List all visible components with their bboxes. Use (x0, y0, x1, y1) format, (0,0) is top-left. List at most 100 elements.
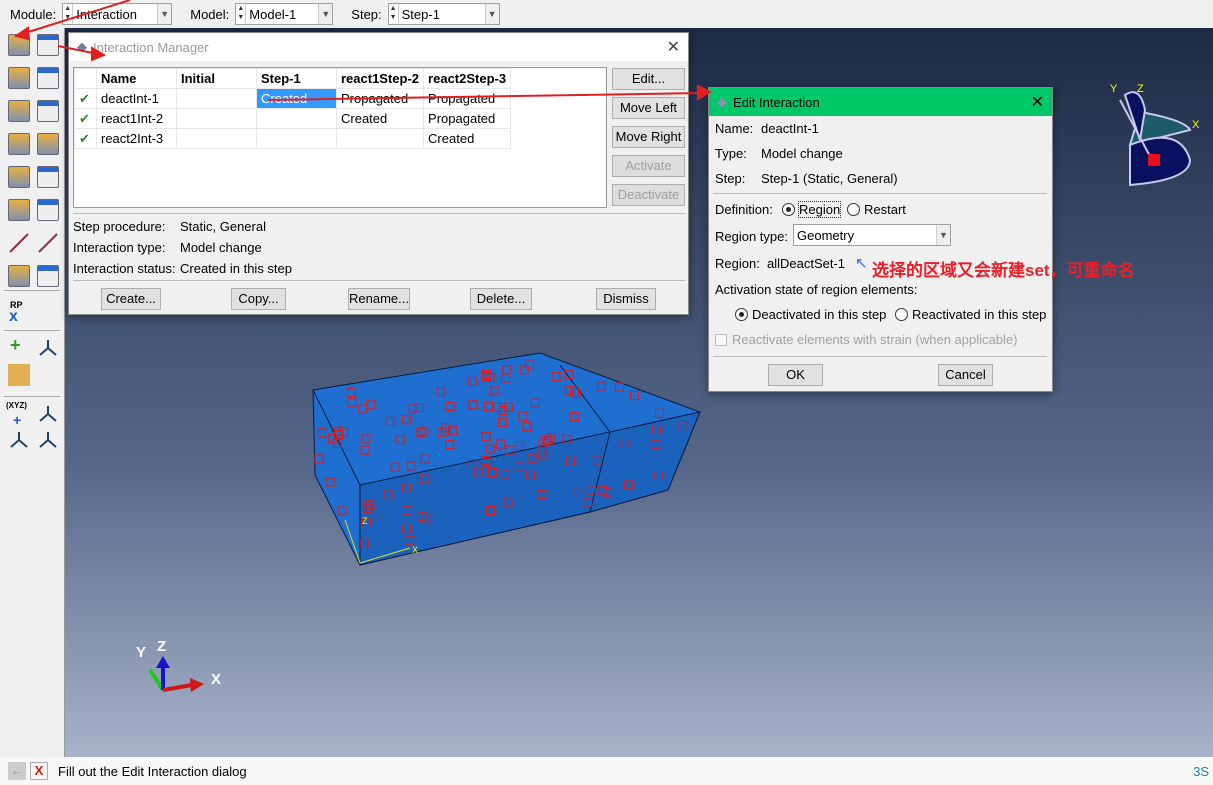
chevron-down-icon[interactable]: ▼ (157, 4, 172, 24)
property-manager-icon[interactable] (37, 67, 59, 89)
cell-name[interactable]: react1Int-2 (96, 108, 177, 129)
close-icon[interactable]: ✕ (1031, 92, 1044, 112)
create-assignment-icon[interactable] (8, 199, 30, 221)
rename-button[interactable]: Rename... (348, 288, 410, 310)
region-type-select[interactable]: Geometry ▼ (793, 224, 951, 246)
cell-step3[interactable]: Propagated (423, 108, 512, 129)
assignment-manager-icon[interactable] (37, 199, 59, 221)
cell-step3[interactable]: Propagated (423, 88, 512, 109)
manager-titlebar[interactable]: ◆ Interaction Manager ✕ (69, 33, 688, 61)
spin-icon[interactable]: ▲ ▼ (236, 4, 247, 24)
create-wire-multi-icon[interactable] (37, 232, 59, 254)
name-value: deactInt-1 (761, 121, 819, 136)
edit-button[interactable]: Edit... (612, 68, 685, 90)
chevron-down-icon[interactable]: ▼ (484, 4, 499, 24)
cell-initial[interactable] (176, 88, 257, 109)
col-initial[interactable]: Initial (176, 68, 257, 89)
edit-interaction-dialog: ◆ Edit Interaction ✕ Name: deactInt-1 Ty… (708, 87, 1053, 392)
constraint-manager-icon[interactable] (37, 100, 59, 122)
module-combo[interactable]: ▲ ▼ Interaction ▼ (62, 3, 173, 25)
triad-x-label: X (211, 671, 221, 688)
check-icon[interactable]: ✔ (74, 108, 97, 129)
datum-axes-icon[interactable] (37, 428, 59, 450)
chevron-down-icon[interactable]: ▼ (936, 225, 950, 245)
back-arrow-icon[interactable]: ← (8, 762, 26, 780)
check-icon[interactable]: ✔ (74, 88, 97, 109)
check-icon[interactable]: ✔ (74, 128, 97, 149)
spin-icon[interactable]: ▲ ▼ (389, 4, 399, 24)
select-cursor-icon[interactable]: ↖ (855, 254, 868, 272)
col-step1[interactable]: Step-1 (256, 68, 337, 89)
cube-y-label: Y (1110, 83, 1118, 95)
cell-initial[interactable] (176, 128, 257, 149)
datum-point-icon[interactable]: + (10, 335, 21, 356)
create-button[interactable]: Create... (101, 288, 161, 310)
move-left-button[interactable]: Move Left (612, 97, 685, 119)
cell-step2[interactable] (335, 128, 425, 149)
interaction-manager-icon[interactable] (37, 34, 59, 56)
definition-region-radio[interactable]: Region (782, 201, 842, 218)
spin-icon[interactable]: ▲ ▼ (63, 4, 74, 24)
model-combo[interactable]: ▲ ▼ Model-1 ▼ (235, 3, 334, 25)
triad-z-label: Z (157, 638, 166, 655)
cell-name[interactable]: deactInt-1 (96, 88, 177, 109)
abaqus-icon: ◆ (77, 39, 87, 54)
section-manager-icon[interactable] (37, 166, 59, 188)
deactivate-button[interactable]: Deactivate (612, 184, 685, 206)
create-connector-icon[interactable] (8, 133, 30, 155)
cell-step2[interactable]: Propagated (335, 88, 425, 109)
checkbox-icon[interactable] (715, 334, 727, 346)
cell-step1[interactable] (256, 128, 337, 149)
chevron-down-icon[interactable]: ▼ (318, 4, 333, 24)
cell-step2[interactable]: Created (335, 108, 425, 129)
reference-point-icon[interactable]: x (9, 308, 18, 326)
definition-restart-radio[interactable]: Restart (847, 202, 906, 217)
radio-icon[interactable] (895, 308, 908, 321)
create-wire-icon[interactable] (8, 232, 30, 254)
divider (73, 213, 685, 214)
cancel-button[interactable]: Cancel (938, 364, 993, 386)
cancel-x-icon[interactable]: X (30, 762, 48, 780)
col-name[interactable]: Name (96, 68, 177, 89)
datum-axis-icon[interactable] (37, 336, 59, 358)
radio-icon[interactable] (847, 203, 860, 216)
cell-step1[interactable]: Created (256, 88, 337, 109)
fastener-manager-icon[interactable] (37, 265, 59, 287)
activate-button[interactable]: Activate (612, 155, 685, 177)
delete-button[interactable]: Delete... (470, 288, 532, 310)
radio-icon[interactable] (782, 203, 795, 216)
reactivated-radio[interactable]: Reactivated in this step (895, 307, 1046, 322)
table-row[interactable]: ✔ react1Int-2 Created Propagated (74, 108, 512, 129)
datum-plane-icon[interactable] (8, 428, 30, 450)
copy-button[interactable]: Copy... (231, 288, 286, 310)
step-combo[interactable]: ▲ ▼ Step-1 ▼ (387, 3, 500, 25)
connector-swap-icon[interactable] (37, 133, 59, 155)
ok-button[interactable]: OK (768, 364, 823, 386)
datum-csys-icon[interactable] (37, 402, 59, 424)
create-constraint-icon[interactable] (8, 100, 30, 122)
cell-step3[interactable]: Created (423, 128, 512, 149)
cell-name[interactable]: react2Int-3 (96, 128, 177, 149)
deactivated-radio[interactable]: Deactivated in this step (735, 307, 886, 322)
strain-checkbox[interactable]: Reactivate elements with strain (when ap… (715, 332, 1017, 347)
radio-icon[interactable] (735, 308, 748, 321)
procedure-label: Step procedure: (73, 219, 166, 234)
cell-initial[interactable] (176, 108, 257, 129)
close-icon[interactable]: ✕ (667, 37, 680, 57)
create-interaction-icon[interactable] (8, 34, 30, 56)
interaction-table[interactable]: Name Initial Step-1 react1Step-2 react2S… (73, 67, 607, 208)
create-section-icon[interactable] (8, 166, 30, 188)
edit-titlebar[interactable]: ◆ Edit Interaction ✕ (709, 88, 1052, 116)
dismiss-button[interactable]: Dismiss (596, 288, 656, 310)
create-fastener-icon[interactable] (8, 265, 30, 287)
view-cube-icon[interactable]: Y Z X (1110, 83, 1200, 187)
partition-icon[interactable] (8, 364, 30, 386)
move-right-button[interactable]: Move Right (612, 126, 685, 148)
col-step2[interactable]: react1Step-2 (335, 68, 425, 89)
model-label: Model: (190, 6, 230, 22)
col-step3[interactable]: react2Step-3 (423, 68, 512, 89)
table-row[interactable]: ✔ deactInt-1 Created Propagated Propagated (74, 88, 512, 109)
table-row[interactable]: ✔ react2Int-3 Created (74, 128, 512, 149)
cell-step1[interactable] (256, 108, 337, 129)
create-property-icon[interactable] (8, 67, 30, 89)
